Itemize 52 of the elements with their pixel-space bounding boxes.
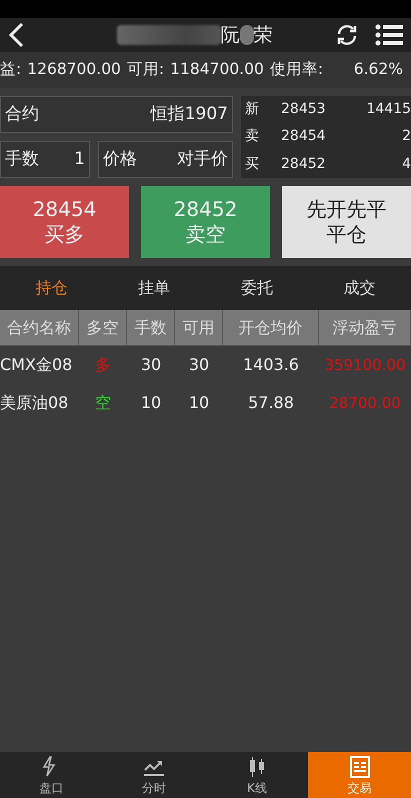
nav-tab[interactable]: 分时 <box>102 752 206 798</box>
quote-price: 28454 <box>281 127 326 146</box>
window-title: 荣 <box>254 22 272 48</box>
table-cell-text: 空 <box>94 392 112 414</box>
column-header: 手数 <box>127 310 175 346</box>
equity-value: 1268700.00 <box>27 59 121 80</box>
refresh-icon[interactable] <box>335 23 359 47</box>
nav-tab[interactable]: 盘口 <box>0 752 103 798</box>
column-header: 合约名称 <box>0 310 79 346</box>
available-label: 可用: <box>126 59 164 80</box>
buy-button[interactable]: 28454 买多 <box>0 186 129 258</box>
quote-volume: 4 <box>402 154 411 174</box>
equity-label: 益: <box>0 59 22 80</box>
table-cell-text: 1403.6 <box>242 354 300 376</box>
close-button[interactable]: 先开先平 平仓 <box>282 186 411 258</box>
usage-value: 6.62% <box>354 59 403 80</box>
document-icon <box>348 755 372 779</box>
contract-field[interactable]: 合约 恒指1907 <box>0 96 233 133</box>
column-header: 浮动盈亏 <box>319 310 411 346</box>
usage-label: 使用率: <box>270 59 324 80</box>
quote-volume: 2 <box>402 127 411 146</box>
table-cell-text: 28700.00 <box>328 392 402 414</box>
table-cell-text: 美原油08 <box>0 392 70 414</box>
quote-volume: 14415 <box>366 100 411 120</box>
tab[interactable]: 成交 <box>308 266 411 310</box>
table-cell-text: CMX金08 <box>0 354 74 376</box>
column-header: 可用 <box>175 310 223 346</box>
nav-tab[interactable]: K线 <box>206 752 308 798</box>
quote-label: 卖 <box>245 127 259 146</box>
quote-price: 28453 <box>281 100 326 120</box>
table-cell-text: 30 <box>188 354 210 376</box>
quantity-field[interactable]: 手数 1 <box>0 141 90 178</box>
table-cell-text: 57.88 <box>247 392 295 414</box>
column-header: 多空 <box>79 310 127 346</box>
tab[interactable]: 挂单 <box>102 266 206 310</box>
table-cell-text: 10 <box>188 392 210 414</box>
quote-label: 买 <box>245 154 259 174</box>
blurred-text <box>240 25 254 45</box>
column-header: 开仓均价 <box>223 310 319 346</box>
table-cell-text: 30 <box>140 354 162 376</box>
table-cell-text: 10 <box>140 392 162 414</box>
table-cell-text: 359100.00 <box>323 354 407 376</box>
window-title: 阮 <box>220 22 240 48</box>
back-icon[interactable] <box>8 22 24 48</box>
menu-icon[interactable] <box>375 23 403 47</box>
quote-price: 28452 <box>281 154 326 174</box>
tab[interactable]: 持仓 <box>0 266 103 310</box>
tab[interactable]: 委托 <box>206 266 308 310</box>
available-value: 1184700.00 <box>170 59 264 80</box>
quote-label: 新 <box>245 100 259 120</box>
price-field[interactable]: 价格 对手价 <box>98 141 233 178</box>
table-cell-text: 多 <box>94 354 112 376</box>
